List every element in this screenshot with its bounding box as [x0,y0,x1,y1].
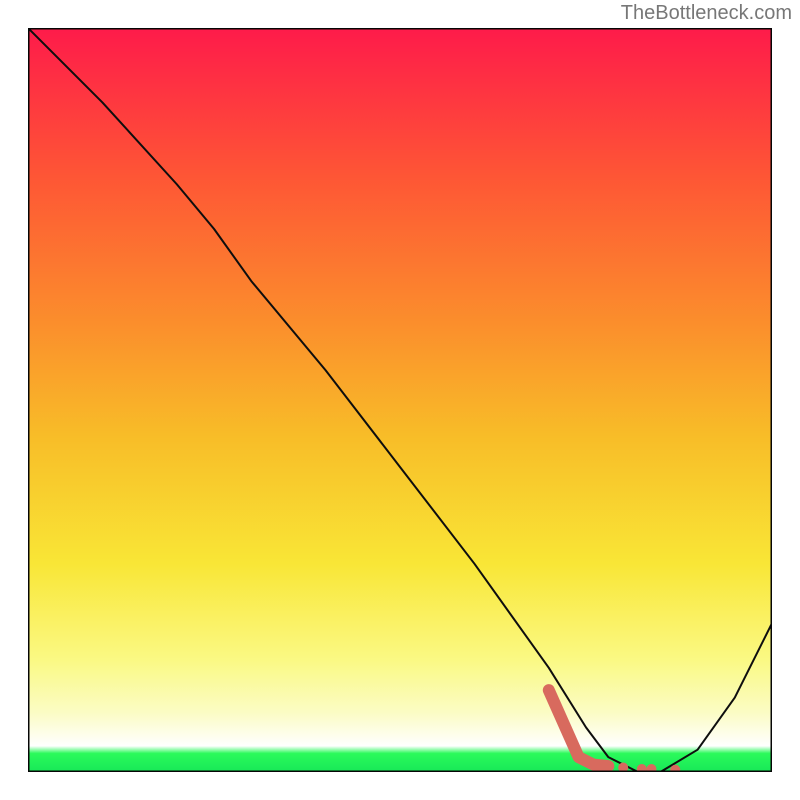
chart-svg [28,28,772,772]
attribution-label: TheBottleneck.com [621,2,792,25]
gradient-bg [28,28,772,772]
chart-area [28,28,772,772]
